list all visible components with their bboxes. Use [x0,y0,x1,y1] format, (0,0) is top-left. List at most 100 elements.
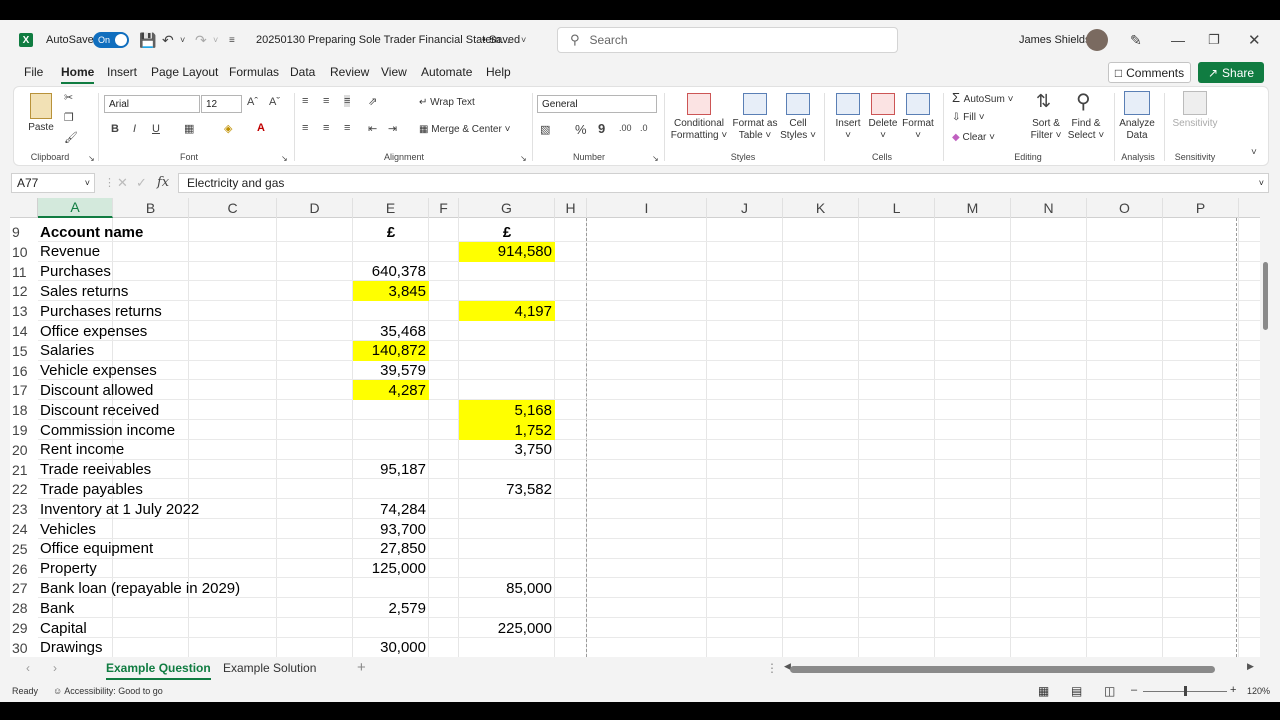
column-header-j[interactable]: J [707,198,783,218]
tab-view[interactable]: View [381,65,407,79]
underline-button[interactable]: U [152,123,160,135]
format-cells-button[interactable]: Format ˅ [900,118,936,142]
column-header-l[interactable]: L [859,198,935,218]
row-header[interactable]: 26 [10,558,38,579]
cell-debit[interactable] [353,618,429,638]
avatar[interactable] [1086,29,1108,51]
comments-button[interactable]: □ Comments [1108,62,1191,83]
autosave-toggle[interactable]: On [93,32,129,48]
column-header-k[interactable]: K [783,198,859,218]
cell-credit[interactable]: 914,580 [459,241,555,262]
cell-credit[interactable] [459,499,555,519]
align-right-icon[interactable]: ≡ [344,122,350,134]
decrease-font-icon[interactable]: Aˇ [269,96,280,108]
sheet-tab-example-solution[interactable]: Example Solution [223,661,316,675]
delete-cells-icon[interactable] [871,93,895,115]
more-options-icon[interactable]: ⋮ [104,176,115,189]
row-header[interactable]: 20 [10,439,38,460]
font-color-icon[interactable]: A [257,122,265,134]
row-header[interactable]: 30 [10,637,38,657]
comma-style-button[interactable]: 9 [598,121,605,136]
dialog-launcher-icon[interactable]: ↘ [520,154,527,163]
cell-debit[interactable]: £ [353,222,429,242]
cell-debit[interactable] [353,420,429,440]
add-sheet-icon[interactable]: + [357,659,366,676]
fill-button[interactable]: ⇩ Fill ˅ [952,112,985,124]
cell-debit[interactable]: 95,187 [353,460,429,480]
cell-credit[interactable] [459,281,555,301]
cell-account-name[interactable]: Sales returns [40,281,128,301]
increase-indent-icon[interactable]: ⇥ [388,122,397,135]
font-family-select[interactable]: Arial [104,95,200,113]
cell-credit[interactable] [459,519,555,539]
increase-decimal-icon[interactable]: .00 [619,123,632,133]
conditional-formatting-button[interactable]: Conditional Formatting ˅ [670,118,728,142]
cell-account-name[interactable]: Purchases returns [40,301,162,321]
spreadsheet-grid[interactable]: ABCDEFGHIJKLMNOP 9 Account name £ £10 Revenu… [10,198,1260,657]
column-header-m[interactable]: M [935,198,1011,218]
select-all-corner[interactable] [10,198,38,218]
cell-account-name[interactable]: Purchases [40,262,111,282]
row-header[interactable]: 21 [10,459,38,480]
cell-account-name[interactable]: Salaries [40,341,94,361]
paste-button[interactable]: Paste [27,122,55,134]
format-cells-icon[interactable] [906,93,930,115]
cell-debit[interactable] [353,578,429,598]
cell-credit[interactable]: 73,582 [459,479,555,499]
cell-debit[interactable]: 30,000 [353,638,429,657]
cell-account-name[interactable]: Discount received [40,400,159,420]
decrease-decimal-icon[interactable]: .0 [640,123,648,133]
sensitivity-icon[interactable] [1183,91,1207,115]
tab-help[interactable]: Help [486,65,511,79]
align-middle-icon[interactable]: ≡ [323,95,329,107]
restore-icon[interactable]: ❐ [1208,20,1220,60]
scroll-thumb[interactable] [1263,262,1268,330]
cell-credit[interactable] [459,460,555,480]
redo-icon[interactable]: ↷ [195,20,207,60]
cell-account-name[interactable]: Trade payables [40,479,143,499]
row-header[interactable]: 25 [10,538,38,559]
dialog-launcher-icon[interactable]: ↘ [88,154,95,163]
pen-icon[interactable]: ✎ [1130,20,1142,60]
row-header[interactable]: 15 [10,340,38,361]
cell-account-name[interactable]: Office expenses [40,321,147,341]
row-header[interactable]: 24 [10,519,38,539]
chevron-down-icon[interactable]: ˅ [521,20,526,60]
share-button[interactable]: ↗ Share [1198,62,1264,83]
customize-toolbar-icon[interactable]: ≡ [229,20,235,60]
row-header[interactable]: 9 [10,222,38,242]
cell-debit[interactable] [353,440,429,460]
chevron-down-icon[interactable]: ˅ [180,20,185,60]
font-size-select[interactable]: 12 [201,95,242,113]
cell-debit[interactable]: 27,850 [353,539,429,559]
cell-account-name[interactable]: Bank loan (repayable in 2029) [40,578,240,598]
percent-button[interactable]: % [575,122,587,137]
column-header-i[interactable]: I [587,198,707,218]
row-header[interactable]: 17 [10,380,38,401]
tab-page-layout[interactable]: Page Layout [151,65,218,79]
cell-account-name[interactable]: Revenue [40,242,100,262]
cell-credit[interactable]: 3,750 [459,440,555,460]
orientation-icon[interactable]: ⇗ [368,95,377,108]
currency-icon[interactable]: ▧ [540,123,550,136]
increase-font-icon[interactable]: Aˆ [247,96,258,108]
cell-account-name[interactable]: Discount allowed [40,380,153,400]
cell-account-name[interactable]: Vehicles [40,519,96,539]
vertical-scrollbar[interactable] [1261,218,1270,657]
copy-icon[interactable]: ❐ [64,111,74,124]
tab-file[interactable]: File [24,65,43,79]
cell-account-name[interactable]: Office equipment [40,539,153,559]
borders-icon[interactable]: ▦ [184,122,194,135]
fill-color-icon[interactable]: ◈ [224,122,232,135]
minimize-icon[interactable]: — [1171,20,1185,60]
sensitivity-button[interactable]: Sensitivity [1166,118,1224,130]
cell-styles-icon[interactable] [786,93,810,115]
clear-button[interactable]: ◆ Clear ˅ [952,132,995,144]
next-sheet-icon[interactable]: › [53,661,57,675]
insert-cells-icon[interactable] [836,93,860,115]
cell-debit[interactable]: 35,468 [353,321,429,341]
row-header[interactable]: 10 [10,241,38,262]
prev-sheet-icon[interactable]: ‹ [26,661,30,675]
align-left-icon[interactable]: ≡ [302,122,308,134]
cell-account-name[interactable]: Trade reeivables [40,460,151,480]
